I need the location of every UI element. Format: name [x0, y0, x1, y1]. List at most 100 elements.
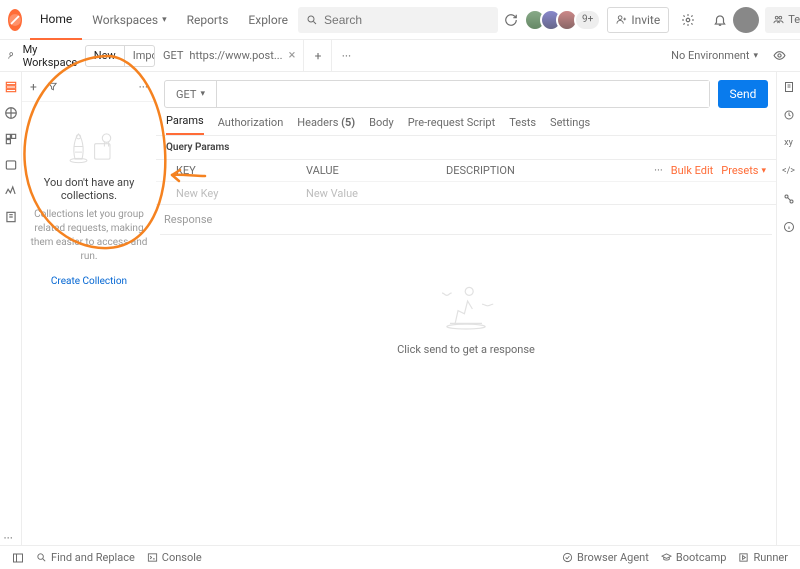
tab-prerequest[interactable]: Pre-request Script [408, 116, 496, 135]
team-avatars[interactable]: 9+ [530, 9, 601, 31]
sidebar-filter-icon[interactable] [47, 81, 58, 92]
add-tab-button[interactable]: + [304, 40, 332, 72]
invite-button[interactable]: Invite [607, 7, 669, 33]
import-button[interactable]: Import [124, 46, 155, 66]
response-hint: Click send to get a response [397, 343, 535, 356]
status-browser-agent[interactable]: Browser Agent [556, 551, 655, 564]
status-runner-label: Runner [753, 551, 788, 564]
presets-label: Presets [721, 164, 758, 177]
request-url-input[interactable] [217, 81, 709, 107]
invite-label: Invite [631, 13, 660, 27]
global-search[interactable] [298, 7, 498, 33]
request-subtabs: Params Authorization Headers (5) Body Pr… [156, 108, 776, 136]
method-url-bar: GET ▾ [164, 80, 710, 108]
me-avatar[interactable] [733, 7, 759, 33]
rr-docs-icon[interactable] [782, 80, 796, 94]
status-find-label: Find and Replace [51, 551, 135, 564]
workspace-name[interactable]: My Workspace [23, 43, 79, 69]
workspace-icon [8, 50, 17, 61]
query-params-table: KEY VALUE DESCRIPTION ··· Bulk Edit Pres… [156, 159, 776, 205]
col-key: KEY [156, 164, 306, 177]
response-section-label: Response [160, 205, 772, 235]
notifications-icon[interactable] [707, 7, 733, 33]
chevron-down-icon: ▾ [761, 166, 766, 176]
user-plus-icon [616, 14, 627, 25]
nav-workspaces[interactable]: Workspaces▾ [82, 0, 176, 40]
rail-apis-icon[interactable] [4, 106, 18, 120]
http-method-selector[interactable]: GET ▾ [165, 81, 217, 107]
sidebar-add-icon[interactable]: + [30, 80, 37, 94]
team-icon [773, 14, 784, 25]
environment-selector[interactable]: No Environment ▾ [671, 49, 758, 62]
response-illustration [426, 275, 506, 335]
nav-explore[interactable]: Explore [238, 0, 298, 40]
chevron-down-icon: ▾ [200, 89, 205, 99]
response-empty-state: Click send to get a response [156, 235, 776, 545]
status-console-label: Console [162, 551, 202, 564]
empty-collection-illustration [54, 118, 124, 168]
chevron-down-icon: ▾ [753, 51, 758, 61]
status-toggle-sidebar-icon[interactable] [6, 552, 30, 564]
nav-workspaces-label: Workspaces [92, 13, 158, 27]
col-value: VALUE [306, 164, 446, 177]
bulk-edit-link[interactable]: Bulk Edit [671, 164, 714, 177]
col-desc: DESCRIPTION [446, 164, 654, 177]
left-rail: ··· [0, 72, 22, 545]
team-dropdown[interactable]: Team ▾ [765, 7, 800, 33]
app-logo[interactable] [8, 9, 22, 31]
http-method-label: GET [176, 88, 196, 101]
status-console[interactable]: Console [141, 551, 208, 564]
tab-body[interactable]: Body [369, 116, 394, 135]
sidebar: + ··· You don't have any collections. Co… [22, 72, 156, 545]
tab-actions-icon[interactable]: ··· [332, 40, 360, 72]
close-tab-icon[interactable]: × [289, 48, 296, 63]
rail-more-icon[interactable]: ··· [4, 531, 18, 545]
rr-code-icon[interactable]: </> [782, 164, 796, 178]
rail-history-icon[interactable] [4, 210, 18, 224]
search-icon [306, 14, 318, 26]
tab-tests[interactable]: Tests [509, 116, 536, 135]
presets-dropdown[interactable]: Presets▾ [721, 164, 766, 177]
team-label: Team [788, 13, 800, 26]
settings-icon[interactable] [675, 7, 701, 33]
nav-reports[interactable]: Reports [177, 0, 239, 40]
rail-monitors-icon[interactable] [4, 184, 18, 198]
status-find-replace[interactable]: Find and Replace [30, 551, 141, 564]
status-bootcamp[interactable]: Bootcamp [655, 551, 733, 564]
rr-related-icon[interactable] [782, 192, 796, 206]
sidebar-empty-title: You don't have any collections. [28, 176, 150, 202]
request-tab-title: https://www.post... [189, 49, 282, 62]
tab-params[interactable]: Params [166, 114, 204, 135]
rr-comments-icon[interactable] [782, 108, 796, 122]
send-button[interactable]: Send [718, 80, 768, 108]
request-tab[interactable]: GET https://www.post... × [155, 40, 304, 72]
tab-headers-label: Headers [297, 116, 338, 135]
create-collection-link[interactable]: Create Collection [51, 276, 127, 287]
new-import-group: New Import [85, 45, 155, 67]
global-search-input[interactable] [324, 13, 490, 27]
tab-authorization[interactable]: Authorization [218, 116, 284, 135]
nav-home[interactable]: Home [30, 0, 82, 40]
tab-headers-badge: (5) [341, 116, 355, 129]
environment-label: No Environment [671, 49, 749, 62]
status-runner[interactable]: Runner [732, 551, 794, 564]
request-tab-method: GET [163, 49, 183, 62]
rail-environments-icon[interactable] [4, 132, 18, 146]
rail-collections-icon[interactable] [4, 80, 18, 94]
tab-headers[interactable]: Headers (5) [297, 116, 355, 135]
rr-xy-icon[interactable]: xy [782, 136, 796, 150]
col-options-icon[interactable]: ··· [654, 164, 663, 177]
right-rail: xy </> [776, 72, 800, 545]
rail-mock-icon[interactable] [4, 158, 18, 172]
query-params-title: Query Params [156, 136, 776, 159]
tab-settings[interactable]: Settings [550, 116, 590, 135]
status-bootcamp-label: Bootcamp [676, 551, 727, 564]
param-key-input[interactable]: New Key [156, 187, 306, 200]
sidebar-more-icon[interactable]: ··· [139, 80, 148, 94]
avatar-overflow-badge: 9+ [574, 9, 601, 31]
env-quick-look-icon[interactable] [766, 43, 792, 69]
sync-icon[interactable] [498, 7, 524, 33]
param-value-input[interactable]: New Value [306, 187, 446, 200]
rr-info-icon[interactable] [782, 220, 796, 234]
new-button[interactable]: New [86, 46, 124, 66]
